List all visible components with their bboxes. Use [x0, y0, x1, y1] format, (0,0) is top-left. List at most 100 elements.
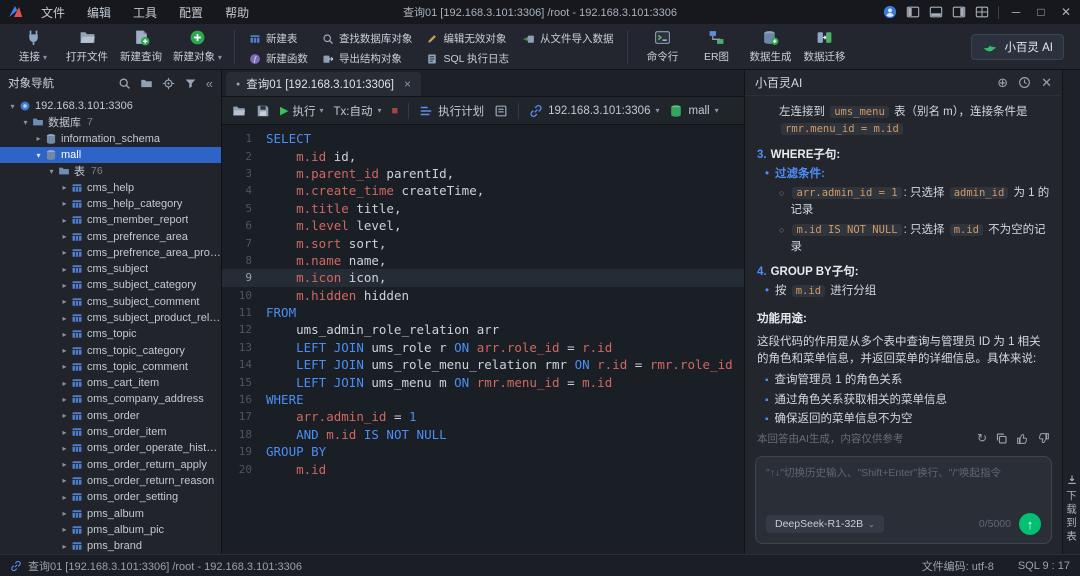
tx-mode-dropdown[interactable]: Tx:自动 ▾ — [333, 103, 381, 119]
tree-item-cms_topic[interactable]: ▸ cms_topic — [0, 326, 221, 342]
tree-item-oms_order[interactable]: ▸ oms_order — [0, 408, 221, 424]
code-line-5[interactable]: 5 m.title title, — [222, 200, 744, 217]
tree-item-cms_prefrence_area_product_...[interactable]: ▸cms_prefrence_area_product_... — [0, 245, 221, 261]
tree-item-oms_company_address[interactable]: ▸ oms_company_address — [0, 391, 221, 407]
status-encoding[interactable]: 文件编码: utf-8 — [922, 558, 994, 574]
close-panel-icon[interactable]: ✕ — [1041, 75, 1052, 91]
toggle-bottom-panel-icon[interactable] — [929, 5, 943, 19]
chevron-right-icon[interactable]: ▸ — [58, 297, 71, 306]
code-line-18[interactable]: 18 AND m.id IS NOT NULL — [222, 426, 744, 443]
explain-plan-button[interactable]: 执行计划 — [419, 103, 484, 119]
chevron-right-icon[interactable]: ▸ — [58, 542, 71, 551]
close-button[interactable]: ✕ — [1058, 5, 1074, 19]
tree-item-cms_subject[interactable]: ▸ cms_subject — [0, 261, 221, 277]
menu-item-1[interactable]: 编辑 — [76, 2, 122, 23]
chevron-right-icon[interactable]: ▸ — [58, 509, 71, 518]
chevron-right-icon[interactable]: ▸ — [58, 199, 71, 208]
menu-item-0[interactable]: 文件 — [30, 2, 76, 23]
toolbar-button-new-query[interactable]: 新建查询 — [114, 25, 168, 69]
collapse-sidebar-icon[interactable]: « — [206, 76, 213, 91]
toolbar-button-er[interactable]: ER图 — [689, 25, 743, 69]
toolbar-button-new-object[interactable]: 新建对象 ▾ — [168, 25, 227, 69]
code-line-20[interactable]: 20 m.id — [222, 460, 744, 477]
thumbs-down-icon[interactable] — [1037, 432, 1050, 445]
chevron-down-icon[interactable]: ▾ — [45, 167, 58, 176]
chevron-right-icon[interactable]: ▸ — [58, 428, 71, 437]
tree-item-oms_order_return_reason[interactable]: ▸ oms_order_return_reason — [0, 473, 221, 489]
toggle-left-panel-icon[interactable] — [906, 5, 920, 19]
ai-assistant-button[interactable]: 小百灵 AI — [971, 33, 1064, 60]
tree-item-cms_subject_comment[interactable]: ▸ cms_subject_comment — [0, 294, 221, 310]
code-line-13[interactable]: 13 LEFT JOIN ums_role r ON arr.role_id =… — [222, 339, 744, 356]
chevron-right-icon[interactable]: ▸ — [58, 183, 71, 192]
code-line-19[interactable]: 19 GROUP BY — [222, 443, 744, 460]
chevron-down-icon[interactable]: ▾ — [6, 102, 19, 111]
code-line-4[interactable]: 4 m.create_time createTime, — [222, 182, 744, 199]
tree-item-cms_help_category[interactable]: ▸ cms_help_category — [0, 196, 221, 212]
toolbar-button-edit[interactable]: 编辑无效对象 — [426, 31, 509, 46]
code-line-12[interactable]: 12 ums_admin_role_relation arr — [222, 321, 744, 338]
database-dropdown[interactable]: mall ▾ — [669, 104, 719, 118]
tree-item-pms_album_pic[interactable]: ▸ pms_album_pic — [0, 522, 221, 538]
tree-item-pms_brand[interactable]: ▸ pms_brand — [0, 538, 221, 554]
locate-icon[interactable] — [162, 77, 175, 90]
toolbar-button-folder-open[interactable]: 打开文件 — [60, 25, 114, 69]
chevron-right-icon[interactable]: ▸ — [58, 460, 71, 469]
tree-item-cms_prefrence_area[interactable]: ▸ cms_prefrence_area — [0, 228, 221, 244]
save-icon[interactable] — [256, 104, 270, 118]
chevron-down-icon[interactable]: ▾ — [32, 151, 45, 160]
chevron-right-icon[interactable]: ▸ — [58, 330, 71, 339]
code-line-7[interactable]: 7 m.sort sort, — [222, 234, 744, 251]
toolbar-button-export[interactable]: 导出结构对象 — [322, 51, 413, 66]
toolbar-button-search[interactable]: 查找数据库对象 — [322, 31, 412, 46]
tree-item-cms_topic_comment[interactable]: ▸ cms_topic_comment — [0, 359, 221, 375]
code-line-9[interactable]: 9 m.icon icon, — [222, 269, 744, 287]
tree-item-cms_member_report[interactable]: ▸ cms_member_report — [0, 212, 221, 228]
toolbar-button-import[interactable]: 从文件导入数据 — [523, 31, 613, 46]
dock-download-to-table[interactable]: 下载到表 — [1064, 474, 1079, 544]
chevron-right-icon[interactable]: ▸ — [58, 346, 71, 355]
open-file-icon[interactable] — [232, 104, 246, 118]
tree-item-information_schema[interactable]: ▸ information_schema — [0, 131, 221, 147]
status-cursor-position[interactable]: SQL 9 : 17 — [1018, 560, 1070, 572]
chevron-right-icon[interactable]: ▸ — [58, 281, 71, 290]
maximize-button[interactable]: □ — [1033, 5, 1049, 19]
chevron-right-icon[interactable]: ▸ — [58, 232, 71, 241]
folder-icon[interactable] — [140, 77, 153, 90]
model-selector[interactable]: DeepSeek-R1-32B ⌄ — [766, 515, 884, 533]
history-icon[interactable] — [1018, 76, 1031, 89]
run-button[interactable]: ▶ 执行 ▾ — [280, 103, 323, 119]
new-chat-icon[interactable]: ⊕ — [997, 75, 1008, 91]
regenerate-icon[interactable]: ↻ — [977, 431, 987, 445]
menu-item-2[interactable]: 工具 — [122, 2, 168, 23]
minimize-button[interactable]: ─ — [1008, 5, 1024, 19]
connection-dropdown[interactable]: 192.168.3.101:3306 ▾ — [529, 104, 659, 118]
chevron-right-icon[interactable]: ▸ — [58, 314, 71, 323]
code-line-6[interactable]: 6 m.level level, — [222, 217, 744, 234]
menu-item-3[interactable]: 配置 — [168, 2, 214, 23]
toolbar-button-table[interactable]: 新建表 — [249, 31, 308, 46]
chevron-right-icon[interactable]: ▸ — [32, 134, 45, 143]
chevron-down-icon[interactable]: ▾ — [19, 118, 32, 127]
tree-item-oms_cart_item[interactable]: ▸ oms_cart_item — [0, 375, 221, 391]
user-avatar[interactable] — [883, 5, 897, 19]
search-icon[interactable] — [118, 77, 131, 90]
tree-item-oms_order_return_apply[interactable]: ▸ oms_order_return_apply — [0, 457, 221, 473]
toolbar-button-function[interactable]: f 新建函数 — [249, 51, 308, 66]
layout-grid-icon[interactable] — [975, 5, 989, 19]
code-line-17[interactable]: 17 arr.admin_id = 1 — [222, 408, 744, 425]
code-line-2[interactable]: 2 m.id id, — [222, 147, 744, 164]
tree-item-cms_subject_product_relation[interactable]: ▸ cms_subject_product_relation — [0, 310, 221, 326]
filter-icon[interactable] — [184, 77, 197, 90]
chevron-right-icon[interactable]: ▸ — [58, 216, 71, 225]
tree-item-oms_order_item[interactable]: ▸ oms_order_item — [0, 424, 221, 440]
code-line-3[interactable]: 3 m.parent_id parentId, — [222, 165, 744, 182]
copy-icon[interactable] — [995, 432, 1008, 445]
toolbar-button-datagen[interactable]: 数据生成 — [743, 25, 797, 69]
tree-item-mall[interactable]: ▾ mall — [0, 146, 221, 164]
chevron-right-icon[interactable]: ▸ — [58, 379, 71, 388]
tree-item-表[interactable]: ▾ 表 76 — [0, 163, 221, 179]
close-tab-icon[interactable]: × — [404, 77, 411, 91]
tab-query01[interactable]: ● 查询01 [192.168.3.101:3306] × — [226, 72, 421, 96]
tree-item-cms_help[interactable]: ▸ cms_help — [0, 179, 221, 195]
